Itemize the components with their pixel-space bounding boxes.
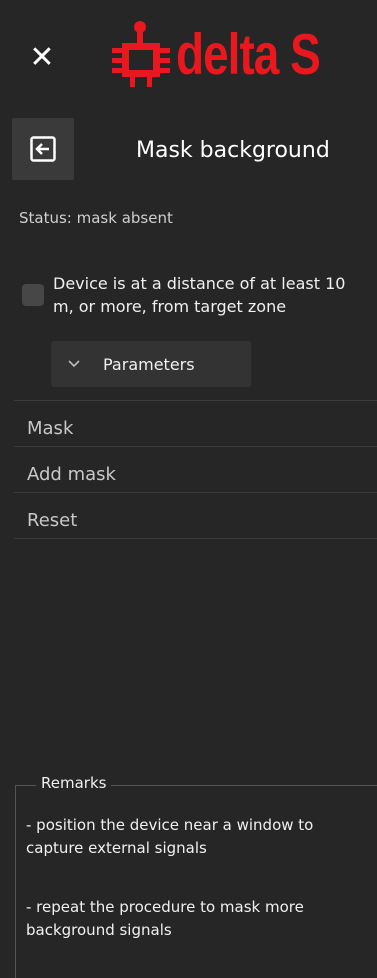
app-window: ✕ delta S Mask background Status: mask a…: [0, 0, 377, 978]
back-arrow-icon: [30, 136, 56, 162]
chip-logo-icon: [112, 21, 170, 87]
parameters-expander[interactable]: Parameters: [51, 341, 251, 387]
divider: [14, 538, 377, 539]
divider: [14, 400, 377, 401]
distance-checkbox-row[interactable]: Device is at a distance of at least 10 m…: [22, 272, 362, 318]
logo-text: delta S: [176, 21, 321, 87]
remark-item: - position the device near a window to c…: [26, 816, 314, 857]
close-icon[interactable]: ✕: [22, 38, 62, 78]
distance-checkbox-label[interactable]: Device is at a distance of at least 10 m…: [53, 272, 362, 318]
chevron-down-icon: [68, 360, 80, 368]
menu-item-mask[interactable]: Mask: [27, 418, 73, 439]
divider: [14, 446, 377, 447]
remarks-box: Remarks - position the device near a win…: [15, 774, 377, 978]
logo: delta S: [110, 14, 350, 94]
parameters-label: Parameters: [103, 354, 195, 374]
remark-item: - repeat the procedure to mask more back…: [26, 898, 304, 939]
menu-item-add-mask[interactable]: Add mask: [27, 464, 116, 485]
menu-item-reset[interactable]: Reset: [27, 510, 77, 531]
status-text: Status: mask absent: [19, 209, 173, 227]
page-title: Mask background: [136, 138, 330, 163]
distance-checkbox[interactable]: [22, 284, 44, 306]
back-button[interactable]: [12, 118, 74, 180]
remarks-title: Remarks: [36, 774, 112, 792]
divider: [14, 492, 377, 493]
